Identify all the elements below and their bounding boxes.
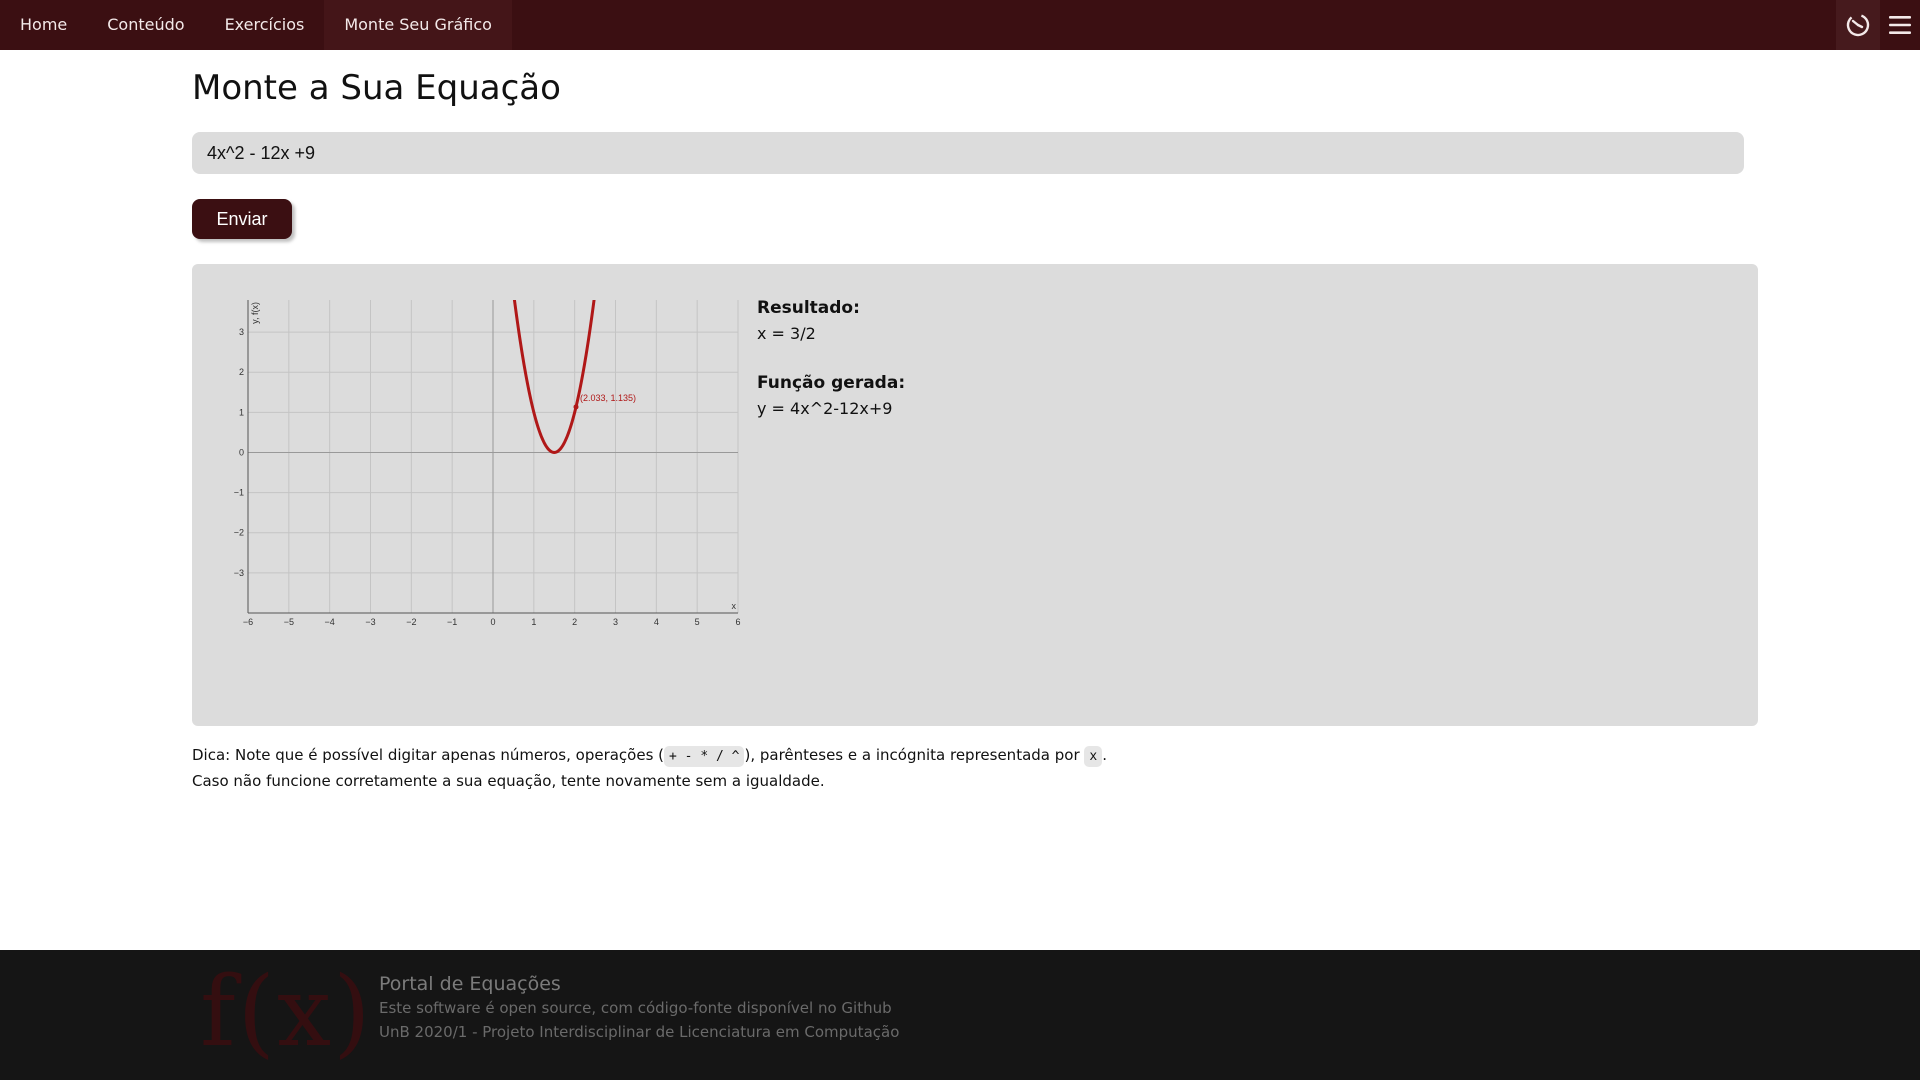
highlight-point	[573, 404, 579, 410]
nav-item-home[interactable]: Home	[0, 0, 87, 50]
x-tick-label: −5	[284, 617, 294, 627]
equation-input[interactable]	[192, 132, 1744, 174]
y-tick-label: 1	[239, 407, 244, 417]
x-axis-label: x	[732, 601, 737, 611]
function-heading: Função gerada:	[757, 373, 906, 393]
footer-line-2: UnB 2020/1 - Projeto Interdisciplinar de…	[379, 1023, 900, 1041]
y-axis-label: y, f(x)	[250, 302, 260, 324]
tip-middle: ), parênteses e a incógnita representada…	[744, 746, 1085, 764]
y-tick-label: −3	[234, 568, 244, 578]
nav-item-exercicios[interactable]: Exercícios	[205, 0, 325, 50]
result-heading: Resultado:	[757, 298, 860, 318]
tip-variable: x	[1084, 746, 1103, 767]
tip-suffix: .	[1102, 746, 1107, 764]
function-value: y = 4x^2-12x+9	[757, 399, 893, 418]
x-tick-label: −3	[365, 617, 375, 627]
footer-title: Portal de Equações	[379, 973, 561, 995]
x-tick-label: −2	[406, 617, 416, 627]
x-tick-label: −6	[243, 617, 253, 627]
nav-links: Home Conteúdo Exercícios Monte Seu Gráfi…	[0, 0, 512, 50]
tip-text: Dica: Note que é possível digitar apenas…	[192, 743, 1107, 793]
y-tick-label: 3	[239, 327, 244, 337]
menu-icon	[1889, 16, 1911, 34]
graph-svg[interactable]: −6 −5 −4 −3 −2 −1 0 1 2 3 4 5 6 −3 −2 −1 0 1 2 3 x y, f(x) (2.…	[228, 290, 748, 630]
y-tick-label: 2	[239, 367, 244, 377]
top-navbar: Home Conteúdo Exercícios Monte Seu Gráfi…	[0, 0, 1920, 50]
history-button[interactable]	[1836, 0, 1880, 50]
x-tick-label: 5	[695, 617, 700, 627]
footer-line-1: Este software é open source, com código-…	[379, 999, 892, 1017]
footer-logo: f(x)	[200, 956, 373, 1068]
nav-item-conteudo[interactable]: Conteúdo	[87, 0, 204, 50]
highlight-point-label: (2.033, 1.135)	[580, 393, 636, 403]
x-tick-label: 4	[654, 617, 659, 627]
x-tick-label: 1	[531, 617, 536, 627]
page-title: Monte a Sua Equação	[192, 68, 561, 108]
footer: f(x) Portal de Equações Este software é …	[0, 950, 1920, 1080]
x-tick-label: 2	[572, 617, 577, 627]
y-tick-label: −2	[234, 528, 244, 538]
y-tick-label: −1	[234, 488, 244, 498]
footer-text: Portal de Equações Este software é open …	[379, 972, 899, 1044]
send-button[interactable]: Enviar	[192, 199, 292, 239]
tip-line-2: Caso não funcione corretamente a sua equ…	[192, 772, 825, 790]
x-tick-label: 6	[735, 617, 740, 627]
result-value: x = 3/2	[757, 324, 816, 343]
y-tick-label: 0	[239, 447, 244, 457]
x-tick-label: −1	[447, 617, 457, 627]
results-area: Resultado: x = 3/2 Função gerada: y = 4x…	[757, 298, 905, 418]
tip-prefix: Dica: Note que é possível digitar apenas…	[192, 746, 665, 764]
x-tick-label: −4	[325, 617, 335, 627]
tip-line-1: Dica: Note que é possível digitar apenas…	[192, 743, 1107, 769]
nav-item-monte-seu-grafico[interactable]: Monte Seu Gráfico	[324, 0, 512, 50]
menu-button[interactable]	[1880, 0, 1920, 50]
x-tick-label: 3	[613, 617, 618, 627]
nav-right	[1836, 0, 1920, 50]
x-tick-label: 0	[490, 617, 495, 627]
tip-operations: + - * / ^	[664, 746, 745, 767]
history-icon	[1846, 13, 1870, 37]
function-graph[interactable]: −6 −5 −4 −3 −2 −1 0 1 2 3 4 5 6 −3 −2 −1 0 1 2 3 x y, f(x) (2.…	[228, 290, 748, 630]
